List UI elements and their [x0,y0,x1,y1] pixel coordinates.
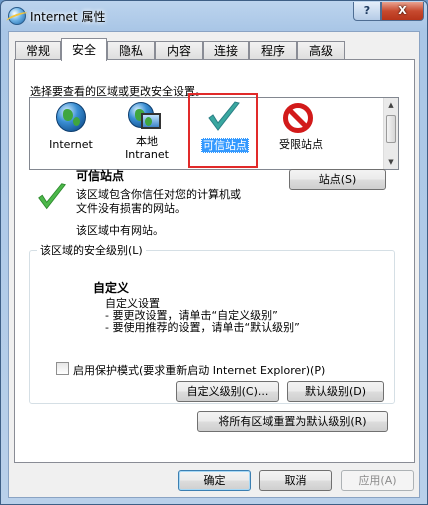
security-level-title: 该区域的安全级别(L) [37,242,146,258]
window-title: Internet 属性 [30,10,106,24]
intranet-globe-icon [128,102,161,129]
internet-properties-window: Internet 属性 ? X 常规 安全 隐私 内容 连接 程序 高级 选择要… [0,0,428,505]
ie-icon [8,7,26,25]
help-button[interactable]: ? [353,2,381,21]
scroll-thumb[interactable] [386,115,396,143]
title-bar[interactable]: Internet 属性 ? X [1,1,427,31]
tab-privacy[interactable]: 隐私 [107,41,155,61]
reset-all-zones-button[interactable]: 将所有区域重置为默认级别(R) [197,411,388,432]
zone-label-line2: Intranet [125,148,169,161]
zone-internet[interactable]: Internet [36,100,106,168]
tab-connections[interactable]: 连接 [203,41,249,61]
tab-programs[interactable]: 程序 [249,41,297,61]
zone-local-intranet[interactable]: 本地 Intranet [112,100,182,168]
cancel-button[interactable]: 取消 [259,470,332,491]
default-level-button[interactable]: 默认级别(D) [287,381,384,402]
security-level-name: 自定义 [93,281,130,295]
zone-description-line2: 文件没有损害的网站。 [76,202,186,215]
zone-restricted-sites[interactable]: 受限站点 [266,100,336,168]
globe-icon [56,102,86,132]
close-button[interactable]: X [381,2,424,21]
scroll-up-icon[interactable]: ▲ [384,98,398,112]
sites-button[interactable]: 站点(S) [289,169,386,190]
tab-advanced[interactable]: 高级 [297,41,345,61]
zone-label: 本地 [136,135,158,148]
protected-mode-checkbox[interactable] [56,362,69,375]
protected-mode-label[interactable]: 启用保护模式(要求重新启动 Internet Explorer)(P) [73,362,325,378]
custom-level-button[interactable]: 自定义级别(C)... [176,381,279,402]
selection-highlight-box [188,93,258,168]
tab-security[interactable]: 安全 [61,38,107,61]
restricted-icon [283,103,313,133]
security-level-desc-3: - 要使用推荐的设置，请单击“默认级别” [105,321,300,334]
monitor-icon [141,113,161,129]
ok-button[interactable]: 确定 [178,470,251,491]
trusted-check-icon [38,183,66,210]
zone-sites-note: 该区域中有网站。 [76,224,164,237]
tab-general[interactable]: 常规 [15,41,61,61]
zone-label: Internet [49,138,93,151]
zone-title: 可信站点 [76,169,125,183]
tab-content[interactable]: 内容 [155,41,203,61]
zone-label: 受限站点 [279,138,323,151]
zone-list-scrollbar[interactable]: ▲ ▼ [383,98,398,169]
scroll-down-icon[interactable]: ▼ [384,155,398,169]
apply-button[interactable]: 应用(A) [341,470,414,491]
